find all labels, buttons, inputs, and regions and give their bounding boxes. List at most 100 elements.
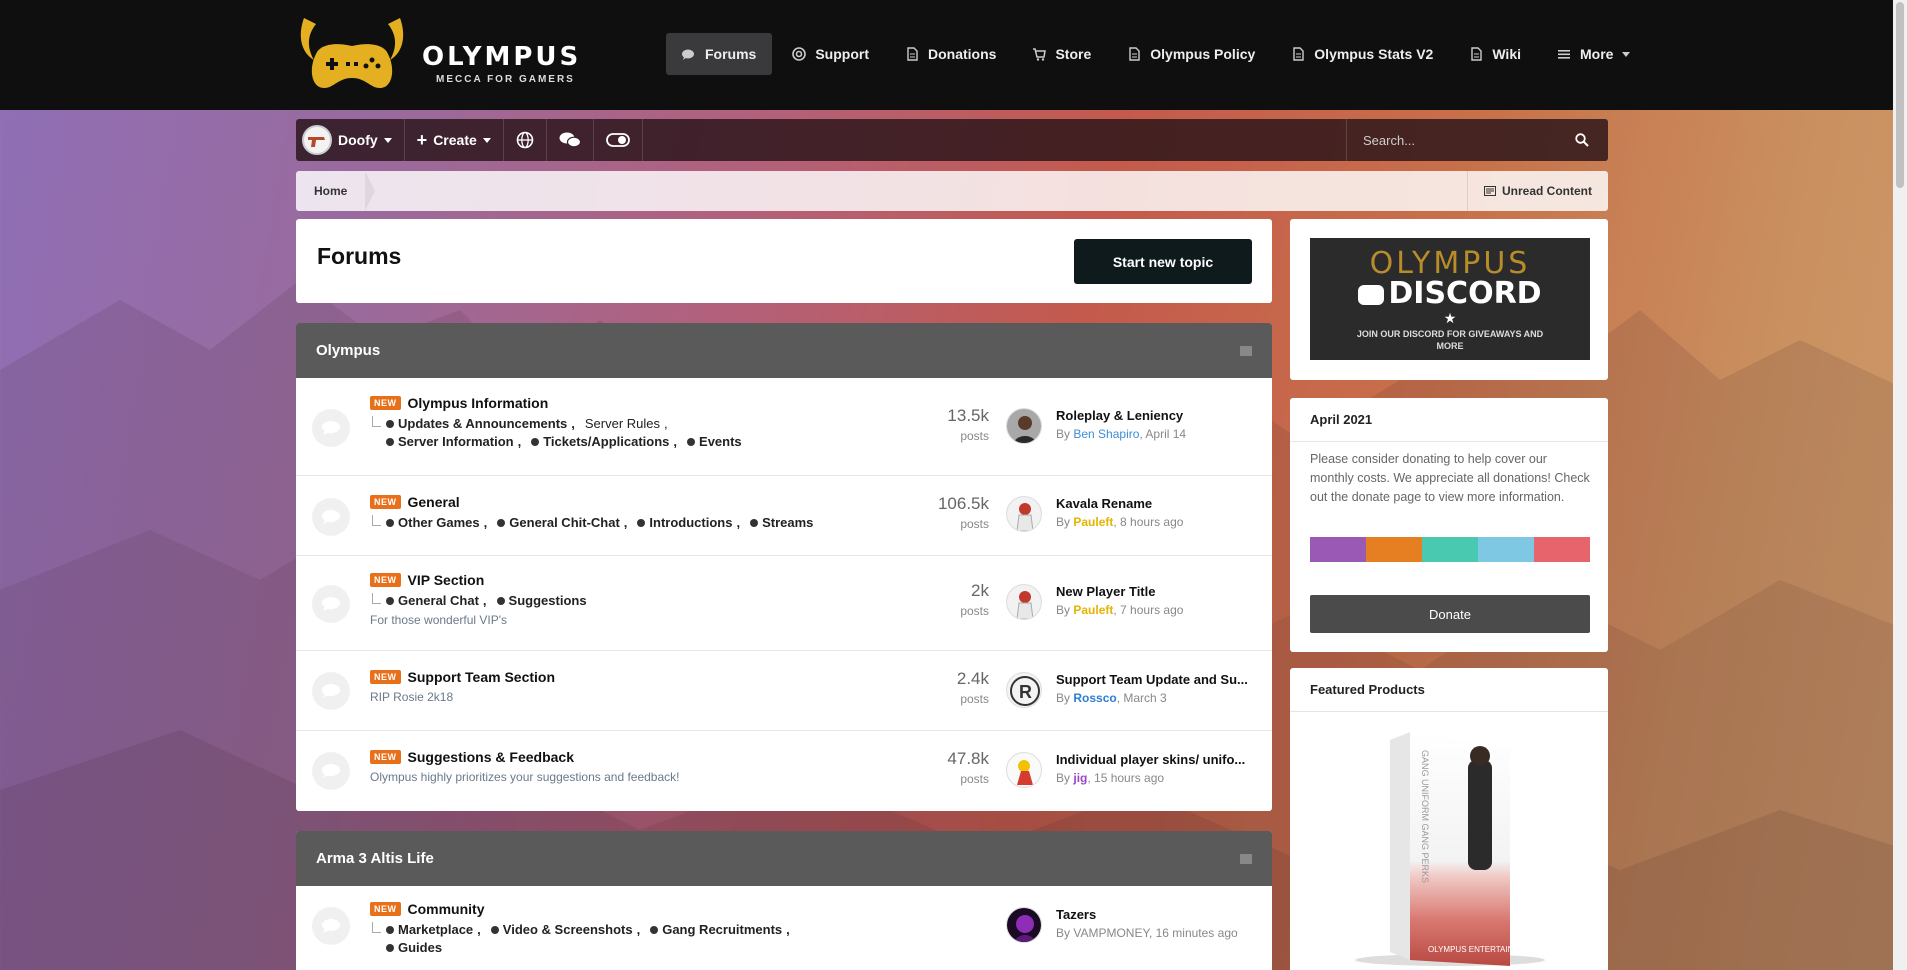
new-badge: NEW — [370, 750, 401, 764]
subforum-link[interactable]: Updates & Announcements, — [386, 416, 575, 431]
last-post-meta: By jig, 15 hours ago — [1056, 771, 1164, 785]
post-count-label: posts — [960, 772, 989, 786]
page-title: Forums — [317, 243, 402, 269]
forum-title[interactable]: Suggestions & Feedback — [408, 749, 574, 765]
nav-olympus-policy[interactable]: Olympus Policy — [1111, 33, 1271, 75]
last-post-title[interactable]: New Player Title — [1056, 584, 1266, 599]
search-input[interactable] — [1347, 120, 1567, 160]
forum-stats: 47.8k posts — [947, 749, 989, 786]
page-scrollbar[interactable] — [1893, 0, 1907, 970]
subforum-link[interactable]: Video & Screenshots, — [490, 922, 640, 937]
post-count: 2k — [971, 581, 989, 600]
last-post-user[interactable]: Ben Shapiro — [1073, 427, 1139, 441]
site-logo[interactable]: OLYMPUS MECCA FOR GAMERS — [296, 14, 596, 96]
last-post-time: , 7 hours ago — [1113, 603, 1184, 617]
category-title[interactable]: Arma 3 Altis Life — [316, 850, 434, 867]
last-post-user[interactable]: Rossco — [1073, 691, 1116, 705]
donation-text: Please consider donating to help cover o… — [1310, 452, 1590, 504]
forum-title[interactable]: Support Team Section — [408, 669, 556, 685]
forum-title[interactable]: Community — [408, 901, 485, 917]
messages-button[interactable] — [547, 119, 594, 161]
page-header: Forums Start new topic — [296, 219, 1272, 303]
subforum-label: Updates & Announcements — [398, 416, 568, 431]
subforum-link[interactable]: Tickets/Applications, — [531, 434, 677, 449]
start-new-topic-button[interactable]: Start new topic — [1074, 239, 1252, 284]
avatar[interactable]: R — [1006, 672, 1042, 708]
subforum-label: General Chit-Chat — [509, 515, 620, 530]
avatar[interactable] — [1006, 584, 1042, 620]
subforum-link[interactable]: General Chit-Chat, — [497, 515, 627, 530]
avatar[interactable] — [1006, 496, 1042, 532]
by-label: By — [1056, 691, 1071, 705]
product-image[interactable]: GANG UNIFORM GANG PERKS OLYMPUS ENTERTAI… — [1310, 720, 1590, 968]
globe-button[interactable] — [504, 119, 547, 161]
last-post: New Player Title By Pauleft, 7 hours ago — [1006, 584, 1264, 624]
forum-title[interactable]: General — [408, 494, 460, 510]
last-post-meta: By Ben Shapiro, April 14 — [1056, 427, 1186, 441]
search-box — [1346, 119, 1608, 161]
last-post-user[interactable]: Pauleft — [1073, 515, 1113, 529]
donate-button[interactable]: Donate — [1310, 595, 1590, 633]
avatar — [302, 125, 332, 155]
avatar[interactable] — [1006, 408, 1042, 444]
subforum-link[interactable]: General Chat, — [386, 593, 487, 608]
category-title[interactable]: Olympus — [316, 342, 380, 359]
user-menu-button[interactable]: Doofy — [296, 119, 405, 161]
subforum-link[interactable]: Server Information, — [386, 434, 521, 449]
search-icon[interactable] — [1575, 133, 1589, 147]
create-button[interactable]: + Create — [405, 119, 504, 161]
forum-stats: 106.5k posts — [938, 494, 989, 531]
subforum-link[interactable]: Gang Recruitments, — [650, 922, 790, 937]
collapse-icon[interactable] — [1240, 853, 1252, 864]
donation-progress-bar — [1310, 537, 1590, 562]
unread-content-link[interactable]: Unread Content — [1467, 171, 1608, 211]
last-post-title[interactable]: Support Team Update and Su... — [1056, 672, 1266, 687]
last-post-title[interactable]: Individual player skins/ unifo... — [1056, 752, 1266, 767]
discord-banner[interactable]: OLYMPUS DISCORD ★ JOIN OUR DISCORD FOR G… — [1310, 238, 1590, 360]
progress-segment — [1478, 537, 1534, 562]
nav-support[interactable]: Support — [776, 33, 885, 75]
breadcrumb-home[interactable]: Home — [296, 171, 376, 211]
last-post-user[interactable]: Pauleft — [1073, 603, 1113, 617]
nav-wiki[interactable]: Wiki — [1453, 33, 1537, 75]
unread-dot-icon — [386, 925, 394, 934]
discord-title: DISCORD — [1310, 276, 1590, 311]
subforum-link[interactable]: Streams — [750, 515, 813, 530]
subforum-link[interactable]: Guides — [386, 940, 442, 955]
subforum-link[interactable]: Server Rules, — [585, 416, 668, 431]
subforum-link[interactable]: Events — [687, 434, 742, 449]
unread-dot-icon — [386, 419, 394, 428]
last-post-title[interactable]: Kavala Rename — [1056, 496, 1266, 511]
unread-dot-icon — [386, 437, 394, 446]
forum-row: NEW General Other Games, General Chit-Ch… — [296, 476, 1272, 556]
forum-row: NEW Suggestions & Feedback Olympus highl… — [296, 731, 1272, 811]
subforum-link[interactable]: Suggestions — [496, 593, 587, 608]
subforum-list: Other Games, General Chit-Chat, Introduc… — [370, 515, 890, 530]
last-post-title[interactable]: Tazers — [1056, 907, 1266, 922]
collapse-icon[interactable] — [1240, 345, 1252, 356]
last-post-user[interactable]: jig — [1073, 771, 1087, 785]
subforum-link[interactable]: Other Games, — [386, 515, 487, 530]
nav-donations[interactable]: Donations — [889, 33, 1012, 75]
forum-title[interactable]: VIP Section — [408, 572, 485, 588]
chevron-down-icon — [1622, 51, 1631, 57]
nav-more[interactable]: More — [1541, 33, 1646, 75]
avatar[interactable] — [1006, 907, 1042, 943]
subforum-label: Server Information — [398, 434, 514, 449]
subforum-link[interactable]: Marketplace, — [386, 922, 481, 937]
theme-toggle[interactable] — [594, 119, 643, 161]
post-count: 106.5k — [937, 494, 989, 513]
nav-forums[interactable]: Forums — [666, 33, 773, 75]
last-post-title[interactable]: Roleplay & Leniency — [1056, 408, 1266, 423]
star-icon: ★ — [1443, 310, 1457, 326]
forum-stats: 13.5k posts — [947, 406, 989, 443]
nav-olympus-stats[interactable]: Olympus Stats V2 — [1275, 33, 1449, 75]
forum-read-icon — [312, 907, 350, 945]
nav-store[interactable]: Store — [1016, 33, 1107, 75]
forum-title[interactable]: Olympus Information — [408, 395, 549, 411]
last-post-user[interactable]: VAMPMONEY — [1073, 926, 1149, 940]
avatar[interactable] — [1006, 752, 1042, 788]
subforum-link[interactable]: Introductions, — [637, 515, 740, 530]
scrollbar-thumb[interactable] — [1896, 2, 1904, 188]
nav-label: More — [1580, 46, 1614, 62]
